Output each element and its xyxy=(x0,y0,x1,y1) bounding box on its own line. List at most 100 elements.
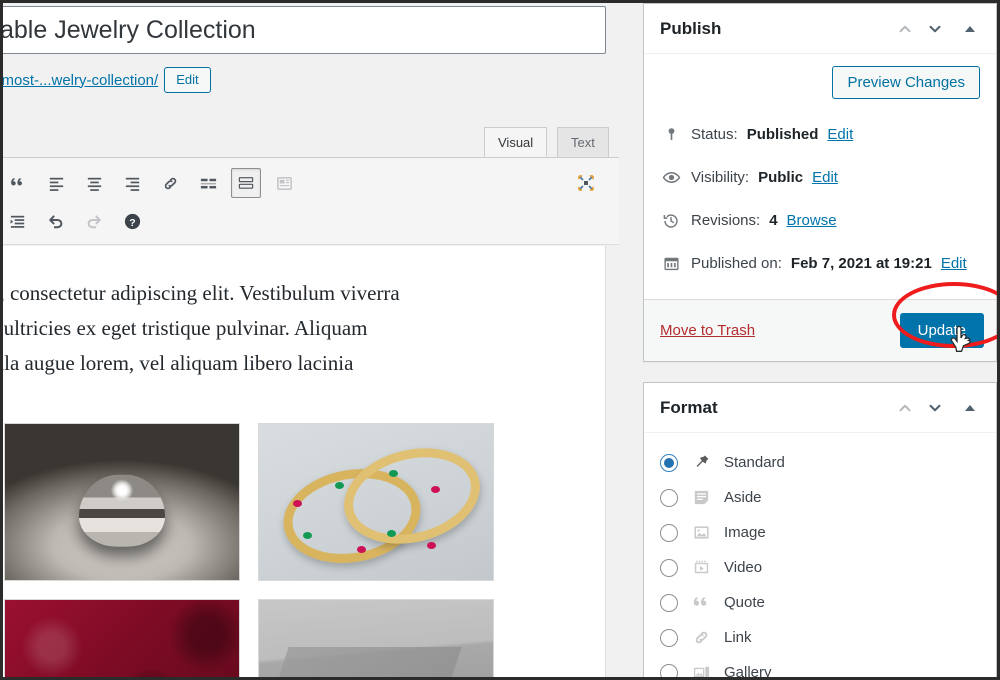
toolbar-row-2: ? xyxy=(3,202,619,240)
blockquote-icon[interactable] xyxy=(3,168,33,198)
radio-aside[interactable] xyxy=(660,488,678,507)
status-row: Status: Published Edit xyxy=(660,113,980,156)
image-engagement-ring[interactable] xyxy=(4,423,240,581)
publish-panel: Publish Preview Changes Status: Publishe… xyxy=(643,3,997,362)
insert-more-icon[interactable] xyxy=(193,168,223,198)
align-right-icon[interactable] xyxy=(117,168,147,198)
help-icon[interactable]: ? xyxy=(117,206,147,236)
format-label: Link xyxy=(724,629,752,646)
image-gold-bangles[interactable] xyxy=(258,423,494,581)
post-title-input[interactable] xyxy=(3,7,597,53)
radio-image[interactable] xyxy=(660,523,678,542)
align-left-icon[interactable] xyxy=(41,168,71,198)
publish-panel-header: Publish xyxy=(644,4,996,54)
format-panel-header: Format xyxy=(644,383,996,433)
post-content-area[interactable]: met, consectetur adipiscing elit. Vestib… xyxy=(3,246,606,677)
pin-icon xyxy=(660,126,682,143)
link-icon[interactable] xyxy=(155,168,185,198)
published-on-value: Feb 7, 2021 at 19:21 xyxy=(790,255,932,272)
published-on-edit-link[interactable]: Edit xyxy=(941,255,967,272)
radio-quote[interactable] xyxy=(660,593,678,612)
revisions-browse-link[interactable]: Browse xyxy=(787,212,837,229)
visibility-edit-link[interactable]: Edit xyxy=(812,169,838,186)
permalink-row: s-most-...welry-collection/ Edit xyxy=(3,60,606,100)
pin-format-icon xyxy=(690,452,712,474)
revisions-row: Revisions: 4 Browse xyxy=(660,199,980,242)
screenshot-frame: s-most-...welry-collection/ Edit Visual … xyxy=(0,0,1000,680)
editor-main-column: s-most-...welry-collection/ Edit Visual … xyxy=(3,3,619,677)
permalink-link[interactable]: s-most-...welry-collection/ xyxy=(3,72,158,89)
post-image-gallery xyxy=(4,423,605,677)
body-line: nicula augue lorem, vel aliquam libero l… xyxy=(3,351,354,375)
format-label: Standard xyxy=(724,454,785,471)
revisions-label: Revisions: xyxy=(691,212,761,229)
panel-collapse-toggle-icon[interactable] xyxy=(956,393,984,423)
preview-changes-button[interactable]: Preview Changes xyxy=(832,66,980,99)
format-option-quote[interactable]: Quote xyxy=(660,585,980,620)
editor-sidebar: Publish Preview Changes Status: Publishe… xyxy=(643,3,997,677)
format-option-aside[interactable]: Aside xyxy=(660,480,980,515)
format-label: Quote xyxy=(724,594,765,611)
published-on-label: Published on: xyxy=(691,255,782,272)
move-up-icon[interactable] xyxy=(890,393,920,423)
radio-video[interactable] xyxy=(660,558,678,577)
update-button[interactable]: Update xyxy=(899,313,984,348)
toolbar-row-1 xyxy=(3,164,619,202)
toolbar-toggle-icon[interactable] xyxy=(231,168,261,198)
move-down-icon[interactable] xyxy=(920,14,950,44)
move-down-icon[interactable] xyxy=(920,393,950,423)
publish-panel-body: Preview Changes Status: Published Edit V… xyxy=(644,54,996,299)
editor-mode-tabs: Visual Text xyxy=(3,121,619,157)
indent-icon[interactable] xyxy=(3,206,33,236)
status-label: Status: xyxy=(691,126,738,143)
post-title-field[interactable] xyxy=(3,6,606,54)
editor-toolbar: ? xyxy=(3,157,619,245)
format-options-list: Standard Aside Image Video Quote Link Ga… xyxy=(644,433,996,677)
format-panel: Format Standard Aside Image Video Quote … xyxy=(643,382,997,677)
link-format-icon xyxy=(690,627,712,649)
aside-icon xyxy=(690,487,712,509)
image-grey-surface[interactable] xyxy=(258,599,494,677)
move-to-trash-link[interactable]: Move to Trash xyxy=(660,322,755,339)
format-label: Video xyxy=(724,559,763,576)
image-format-icon xyxy=(690,522,712,544)
distraction-free-icon[interactable] xyxy=(571,168,601,198)
preview-row: Preview Changes xyxy=(660,66,980,99)
format-option-link[interactable]: Link xyxy=(660,620,980,655)
wordpress-post-editor: s-most-...welry-collection/ Edit Visual … xyxy=(3,3,997,677)
editor-box: Visual Text ? xyxy=(3,121,619,245)
undo-icon[interactable] xyxy=(41,206,71,236)
special-character-icon[interactable] xyxy=(269,168,299,198)
body-line: met, consectetur adipiscing elit. Vestib… xyxy=(3,281,400,305)
permalink-edit-button[interactable]: Edit xyxy=(164,67,211,93)
format-panel-title: Format xyxy=(660,397,718,417)
redo-icon[interactable] xyxy=(79,206,109,236)
publish-panel-title: Publish xyxy=(660,18,722,38)
calendar-icon xyxy=(660,255,682,272)
image-red-velvet[interactable] xyxy=(4,599,240,677)
body-line: unc ultricies ex eget tristique pulvinar… xyxy=(3,316,368,340)
status-edit-link[interactable]: Edit xyxy=(827,126,853,143)
svg-text:?: ? xyxy=(129,217,135,228)
align-center-icon[interactable] xyxy=(79,168,109,198)
radio-standard[interactable] xyxy=(660,453,678,472)
tab-visual[interactable]: Visual xyxy=(484,127,548,157)
revisions-value: 4 xyxy=(769,212,778,229)
eye-icon xyxy=(660,168,682,187)
status-value: Published xyxy=(746,126,819,143)
tab-text[interactable]: Text xyxy=(557,127,609,157)
move-up-icon[interactable] xyxy=(890,14,920,44)
format-option-video[interactable]: Video xyxy=(660,550,980,585)
format-label: Image xyxy=(724,524,766,541)
panel-collapse-toggle-icon[interactable] xyxy=(956,14,984,44)
quote-format-icon xyxy=(690,592,712,614)
format-option-gallery[interactable]: Gallery xyxy=(660,655,980,677)
publish-panel-footer: Move to Trash Update xyxy=(644,282,997,361)
radio-gallery[interactable] xyxy=(660,663,678,677)
format-label: Gallery xyxy=(724,664,772,677)
format-option-image[interactable]: Image xyxy=(660,515,980,550)
radio-link[interactable] xyxy=(660,628,678,647)
video-icon xyxy=(690,557,712,579)
published-on-row: Published on: Feb 7, 2021 at 19:21 Edit xyxy=(660,242,980,285)
format-option-standard[interactable]: Standard xyxy=(660,445,980,480)
